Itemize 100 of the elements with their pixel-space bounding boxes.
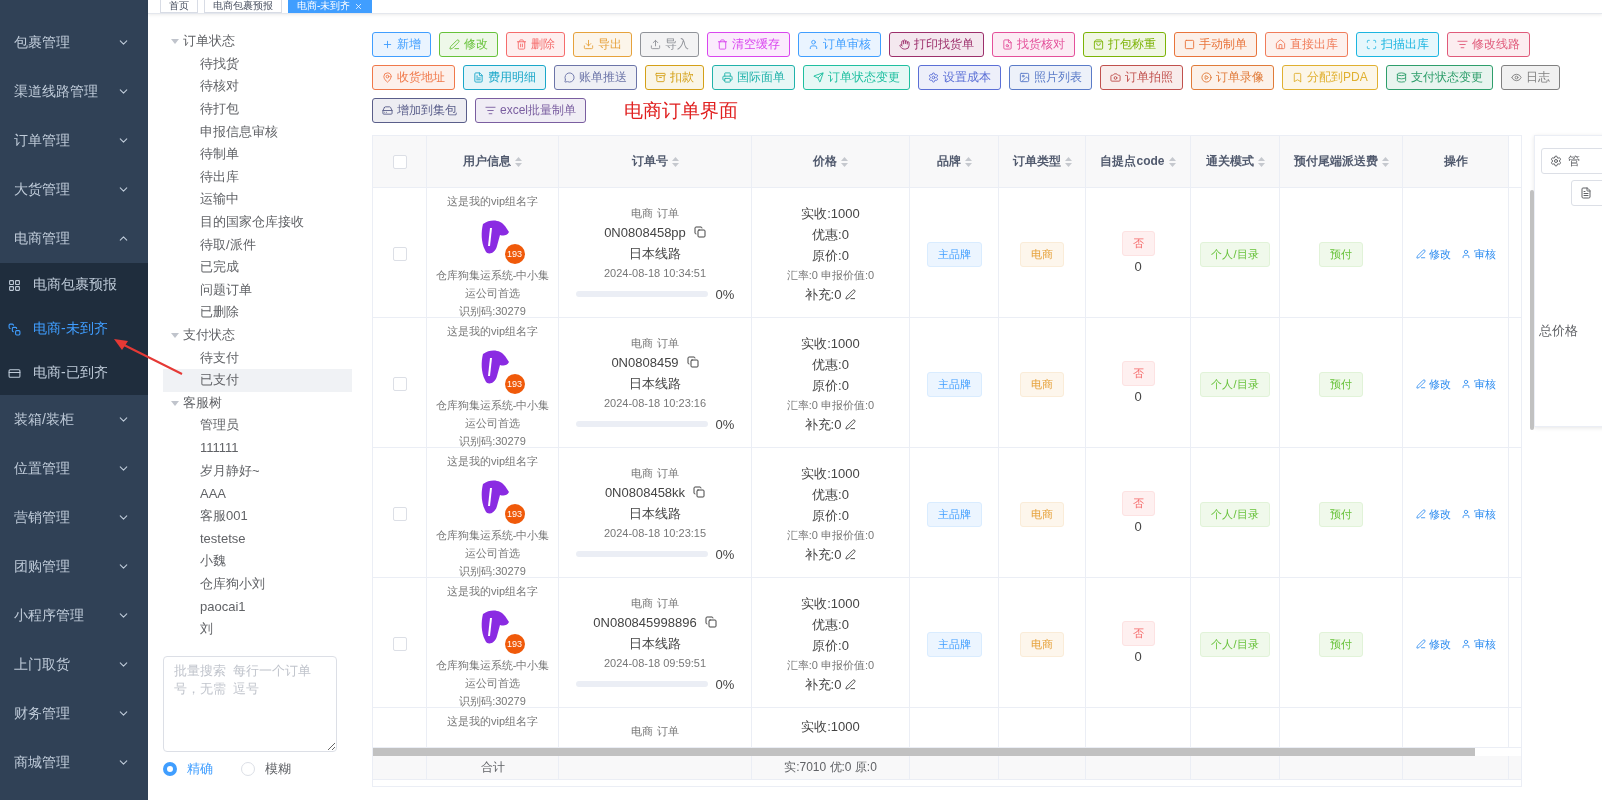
order-type-tag: 电商 [1020,371,1064,397]
eye-icon [1510,72,1522,83]
tree-item[interactable]: 目的国家仓库接收 [163,210,352,234]
column-header[interactable]: 自提点code [1086,136,1191,187]
toolbar-button[interactable]: 设置成本 [918,65,1001,90]
tree-item[interactable]: 待找货 [163,52,352,76]
sidebar-item[interactable]: 营销管理 [0,493,148,542]
tree-item[interactable]: 待核对 [163,75,352,98]
tree-node[interactable]: 支付状态 [163,323,352,347]
toolbar-button[interactable]: 增加到集包 [372,98,467,123]
page-tab[interactable]: 首页 [160,0,198,13]
tree-item[interactable]: 111111 [163,436,352,460]
tree-item[interactable]: 问题订单 [163,278,352,302]
tree-item[interactable]: 客服001 [163,504,352,528]
column-header[interactable]: 品牌 [910,136,999,187]
sidebar-item[interactable]: 小程序管理 [0,591,148,640]
tree-item[interactable]: 管理员 [163,414,352,437]
toolbar-button[interactable]: excel批量制单 [475,98,586,123]
sidebar-subitem[interactable]: 电商-已到齐 [0,351,148,395]
action-link[interactable]: 审核 [1460,506,1496,522]
copy-icon[interactable] [704,616,717,628]
order-kind: 电商 订单 [631,724,679,739]
sidebar-item[interactable]: 上门取货 [0,640,148,689]
sidebar-subitem[interactable]: 电商包裹预报 [0,263,148,307]
action-link[interactable]: 审核 [1460,246,1496,262]
tree-item[interactable]: paocai1 [163,594,352,618]
tree-node[interactable]: 订单状态 [163,30,352,53]
copy-icon[interactable] [693,226,706,238]
toolbar-button[interactable]: 打印找货单 [889,32,984,57]
sidebar-subitem[interactable]: 电商-未到齐 [0,307,148,351]
tree-item[interactable]: 仓库狗小刘 [163,572,352,595]
sidebar-item[interactable]: 商城管理 [0,738,148,787]
page-tab[interactable]: 电商包裹预报 [204,0,282,13]
column-header[interactable]: 通关模式 [1191,136,1280,187]
sidebar-item[interactable]: 位置管理 [0,444,148,493]
tree-item[interactable]: 已完成 [163,255,352,279]
sidebar-item[interactable]: 包裹管理 [0,18,148,67]
column-header[interactable]: 价格 [752,136,910,187]
action-link[interactable]: 修改 [1415,376,1451,392]
row-checkbox[interactable] [392,507,407,521]
clearance-tag: 个人/目录 [1200,631,1270,657]
row-checkbox[interactable] [392,377,407,391]
row-checkbox[interactable] [392,637,407,651]
action-link[interactable]: 修改 [1415,636,1451,652]
sidebar-item[interactable]: 渠道线路管理 [0,67,148,116]
tree-item[interactable]: 待制单 [163,142,352,166]
toolbar-button[interactable]: 照片列表 [1009,65,1092,90]
tree-item[interactable]: 已删除 [163,301,352,324]
sidebar-item[interactable]: 电商管理 [0,214,148,263]
tree-item[interactable]: 待出库 [163,165,352,189]
copy-icon[interactable] [693,486,706,498]
select-all-checkbox[interactable] [392,154,407,169]
tree-item[interactable]: 刘 [163,617,352,641]
tree-item[interactable]: 岁月静好~ [163,459,352,482]
company-name: 仓库狗集运系统-中小集运公司首选 [434,528,551,561]
action-link[interactable]: 修改 [1415,506,1451,522]
column-header[interactable]: 预付尾端派送费 [1280,136,1403,187]
toolbar-button[interactable]: 日志 [1500,65,1560,90]
action-link[interactable]: 修改 [1415,246,1451,262]
sidebar-item[interactable]: 大货管理 [0,165,148,214]
tree-item[interactable]: 待取/派件 [163,233,352,256]
tree-item[interactable]: 待支付 [163,346,352,369]
tree-item[interactable]: 申报信息审核 [163,120,352,143]
pen-icon[interactable] [845,289,857,300]
fee-tag: 预付 [1319,241,1363,267]
tree-item[interactable]: 运输中 [163,188,352,211]
document-button[interactable] [1571,180,1602,206]
tree-item[interactable]: 已支付 [163,368,352,392]
close-icon[interactable] [354,1,364,11]
sidebar-item[interactable]: 团购管理 [0,542,148,591]
sidebar-item[interactable]: 财务管理 [0,689,148,738]
upload-icon [650,39,661,50]
clearance-tag: 个人/目录 [1200,241,1270,267]
annotation-arrow [112,336,184,376]
horizontal-scrollbar[interactable] [373,748,1476,756]
sidebar-item[interactable]: 装箱/装柜 [0,395,148,444]
pen-icon[interactable] [845,549,857,560]
row-checkbox[interactable] [392,247,407,261]
vip-group-name: 这是我的vip组名字 [446,194,539,209]
action-link[interactable]: 审核 [1460,376,1496,392]
tree-item[interactable]: testetse [163,527,352,550]
column-header[interactable]: 用户信息 [427,136,559,187]
tree-item[interactable]: AAA [163,481,352,505]
pen-icon[interactable] [845,419,857,430]
column-header[interactable]: 订单号 [559,136,752,187]
sidebar-item[interactable]: 订单管理 [0,116,148,165]
tree-item[interactable]: 小魏 [163,549,352,573]
order-time: 2024-08-18 10:23:15 [603,525,707,541]
manage-button[interactable]: 管 [1541,148,1602,174]
pen-icon[interactable] [845,679,857,690]
radio-option[interactable]: 模糊 [241,760,291,779]
tree-item[interactable]: 待打包 [163,97,352,121]
column-header[interactable]: 订单类型 [999,136,1086,187]
tree-node[interactable]: 客服树 [163,391,352,415]
copy-icon[interactable] [686,356,699,368]
action-link[interactable]: 审核 [1460,636,1496,652]
vertical-scrollbar[interactable] [1530,190,1534,430]
progress-reading: 0% [715,675,735,694]
toolbar-button[interactable]: 订单拍照 [1100,65,1183,90]
toolbar-button[interactable]: 账单推送 [554,65,637,90]
